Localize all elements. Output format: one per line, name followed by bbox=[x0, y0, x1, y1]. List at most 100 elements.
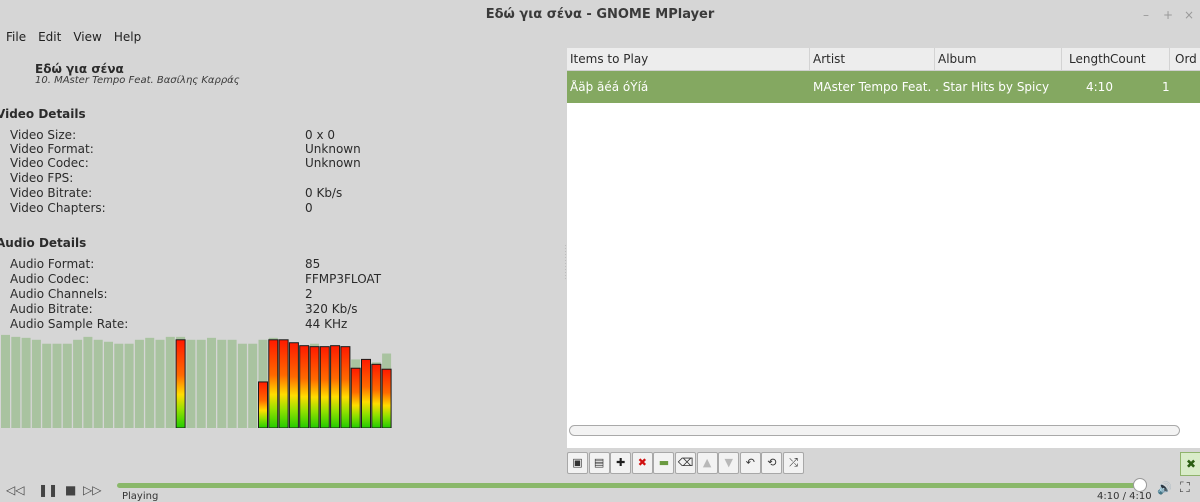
visualizer-bar bbox=[330, 345, 341, 428]
visualizer-bar bbox=[319, 346, 330, 428]
audio-sample-rate-label: Audio Sample Rate: bbox=[10, 317, 129, 331]
video-codec-value: Unknown bbox=[305, 156, 361, 170]
playback-time: 4:10 / 4:10 bbox=[1097, 491, 1152, 502]
menu-help[interactable]: Help bbox=[114, 30, 141, 44]
visualizer-bar bbox=[175, 339, 186, 428]
column-order[interactable]: Ord bbox=[1175, 52, 1197, 66]
column-separator[interactable] bbox=[809, 48, 810, 70]
pause-button[interactable]: ❚❚ bbox=[38, 483, 58, 497]
volume-icon[interactable]: 🔊 bbox=[1157, 481, 1172, 495]
column-count[interactable]: Count bbox=[1110, 52, 1146, 66]
visualizer-bar bbox=[309, 346, 320, 428]
audio-channels-value: 2 bbox=[305, 287, 313, 301]
column-separator[interactable] bbox=[1169, 48, 1170, 70]
visualizer-bar bbox=[361, 358, 371, 428]
track-artist: 10. MAster Tempo Feat. Βασίλης Καρράς bbox=[35, 75, 240, 86]
video-details-heading: Video Details bbox=[0, 107, 86, 121]
menu-edit[interactable]: Edit bbox=[38, 30, 61, 44]
playlist-move-down-button[interactable]: ▼ bbox=[718, 452, 740, 474]
menu-view[interactable]: View bbox=[73, 30, 101, 44]
column-album[interactable]: Album bbox=[938, 52, 976, 66]
playlist-repeat-button[interactable]: ⟲ bbox=[761, 452, 783, 474]
playlist-clear-all-button[interactable]: ⌫ bbox=[675, 452, 696, 474]
playback-status: Playing bbox=[122, 491, 159, 502]
audio-format-label: Audio Format: bbox=[10, 257, 95, 271]
visualizer-bar-ghost bbox=[93, 339, 103, 428]
maximize-button[interactable]: + bbox=[1163, 8, 1173, 22]
visualizer-bar bbox=[278, 339, 289, 428]
row-item: Åäþ ãéá óÝíá bbox=[570, 80, 649, 94]
audio-details-heading: Audio Details bbox=[0, 236, 87, 250]
column-separator[interactable] bbox=[1061, 48, 1062, 70]
visualizer-bar bbox=[340, 346, 351, 428]
visualizer-bar-ghost bbox=[145, 337, 155, 428]
seek-bar-handle[interactable] bbox=[1133, 478, 1147, 492]
video-format-value: Unknown bbox=[305, 142, 361, 156]
audio-codec-label: Audio Codec: bbox=[10, 272, 90, 286]
visualizer-bar-ghost bbox=[62, 343, 72, 428]
forward-button[interactable]: ▷▷ bbox=[83, 483, 101, 497]
column-separator[interactable] bbox=[934, 48, 935, 70]
pane-grip-handle[interactable] bbox=[565, 245, 566, 281]
close-playlist-button[interactable]: ✖ bbox=[1180, 452, 1200, 476]
visualizer-bar-ghost bbox=[165, 336, 175, 428]
video-chapters-value: 0 bbox=[305, 201, 313, 215]
row-artist: MAster Tempo Feat. . Star Hits by Spicy bbox=[813, 80, 1050, 94]
playlist-add-folder-button[interactable]: ▬ bbox=[653, 452, 675, 474]
visualizer-bar-ghost bbox=[227, 339, 237, 428]
playlist-undo-button[interactable]: ↶ bbox=[739, 452, 761, 474]
title-bar: Εδώ για σένα - GNOME MPlayer – + × bbox=[0, 0, 1200, 30]
playlist-row[interactable]: Åäþ ãéá óÝíá MAster Tempo Feat. . Star H… bbox=[567, 71, 1200, 103]
video-size-value: 0 x 0 bbox=[305, 128, 335, 142]
close-window-button[interactable]: × bbox=[1184, 8, 1194, 22]
visualizer-bar bbox=[258, 381, 268, 428]
rewind-button[interactable]: ◁◁ bbox=[6, 483, 24, 497]
seek-bar[interactable] bbox=[117, 483, 1142, 488]
audio-visualizer bbox=[1, 334, 392, 428]
playlist-horizontal-scrollbar[interactable] bbox=[569, 425, 1180, 436]
seek-bar-fill bbox=[117, 483, 1142, 488]
visualizer-bar-ghost bbox=[73, 339, 83, 428]
video-format-label: Video Format: bbox=[10, 142, 94, 156]
fullscreen-icon[interactable]: ⛶ bbox=[1180, 480, 1190, 496]
playlist-panel: Items to Play Artist Album Length Count … bbox=[567, 48, 1200, 448]
visualizer-bar-ghost bbox=[114, 343, 124, 428]
visualizer-bar-ghost bbox=[186, 339, 196, 428]
video-bitrate-value: 0 Kb/s bbox=[305, 186, 343, 200]
playlist-shuffle-button[interactable]: ⤮ bbox=[783, 452, 804, 474]
visualizer-bar bbox=[299, 345, 310, 428]
visualizer-bar-ghost bbox=[52, 343, 62, 428]
playlist-move-up-button[interactable]: ▲ bbox=[696, 452, 718, 474]
audio-sample-rate-value: 44 KHz bbox=[305, 317, 348, 331]
window-title: Εδώ για σένα - GNOME MPlayer bbox=[485, 7, 715, 22]
menu-bar: File Edit View Help bbox=[0, 30, 560, 48]
visualizer-bar-ghost bbox=[124, 343, 134, 428]
menu-file[interactable]: File bbox=[6, 30, 26, 44]
visualizer-bar bbox=[371, 363, 382, 428]
minimize-button[interactable]: – bbox=[1143, 8, 1149, 22]
playlist-add-button[interactable]: ✚ bbox=[610, 452, 632, 474]
video-chapters-label: Video Chapters: bbox=[10, 201, 106, 215]
audio-bitrate-label: Audio Bitrate: bbox=[10, 302, 93, 316]
row-count: 1 bbox=[1162, 80, 1170, 94]
playlist-clear-button[interactable]: ▣ bbox=[567, 452, 588, 474]
column-artist[interactable]: Artist bbox=[813, 52, 845, 66]
visualizer-bar-ghost bbox=[11, 336, 21, 428]
visualizer-bar-ghost bbox=[237, 343, 247, 428]
column-length[interactable]: Length bbox=[1069, 52, 1110, 66]
visualizer-bar-ghost bbox=[31, 339, 41, 428]
playback-controls: ◁◁ ❚❚ ■ ▷▷ 🔊 ⛶ bbox=[0, 476, 1200, 502]
visualizer-bar bbox=[268, 339, 279, 428]
video-bitrate-label: Video Bitrate: bbox=[10, 186, 93, 200]
visualizer-bar-ghost bbox=[83, 336, 93, 428]
audio-bitrate-value: 320 Kb/s bbox=[305, 302, 358, 316]
visualizer-bar-ghost bbox=[1, 334, 10, 428]
playlist-remove-button[interactable]: ✖ bbox=[631, 452, 653, 474]
details-panel: Εδώ για σένα 10. MAster Tempo Feat. Βασί… bbox=[0, 48, 563, 448]
stop-button[interactable]: ■ bbox=[65, 483, 76, 497]
track-title: Εδώ για σένα bbox=[35, 62, 124, 76]
column-items-to-play[interactable]: Items to Play bbox=[570, 52, 648, 66]
video-size-label: Video Size: bbox=[10, 128, 77, 142]
visualizer-bar-ghost bbox=[217, 339, 227, 428]
playlist-load-button[interactable]: ▤ bbox=[588, 452, 610, 474]
